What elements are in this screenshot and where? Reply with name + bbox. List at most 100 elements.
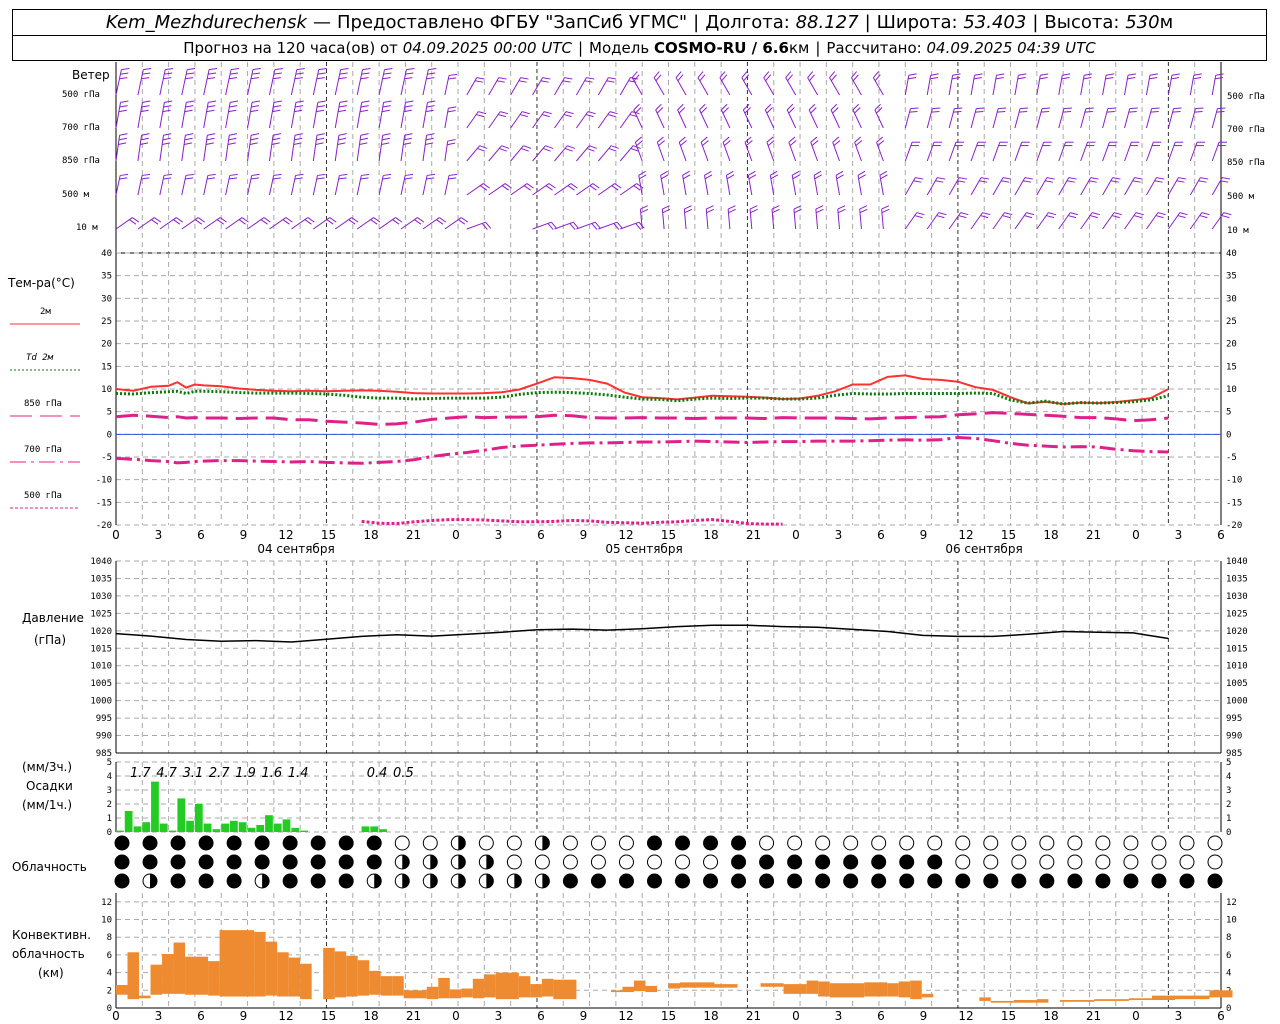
- cloud-cover-symbol: [282, 835, 298, 851]
- hour-tick-label-bottom: 0: [792, 1009, 800, 1023]
- pressure-ytick-left: 1000: [90, 697, 112, 707]
- wind-barb: [159, 133, 172, 162]
- wind-barb: [159, 67, 174, 96]
- precip-bar: [238, 822, 247, 832]
- wind-barb: [488, 111, 509, 129]
- wind-barb: [1036, 212, 1057, 230]
- wind-barb: [948, 141, 964, 162]
- conv-cloud-bar: [645, 985, 657, 993]
- conv-cloud-bar: [1013, 1000, 1037, 1003]
- cloud-cover-symbol: [562, 854, 578, 870]
- temp-ytick-right: 40: [1226, 249, 1237, 259]
- wind-barb: [1080, 141, 1096, 162]
- cloud-cover-symbol: [1039, 854, 1055, 870]
- conv-cloud-bar: [461, 988, 473, 998]
- wind-barb: [247, 217, 271, 230]
- wind-barb: [466, 221, 492, 230]
- cloud-cover-symbol: [198, 854, 214, 870]
- wind-barb: [225, 67, 240, 96]
- conv-cloud-bar: [185, 956, 209, 995]
- pressure-ytick-left: 1010: [90, 662, 112, 672]
- wind-barb: [137, 217, 162, 230]
- hour-tick-label: 3: [1175, 528, 1183, 542]
- wind-barb: [970, 107, 985, 129]
- wind-barb: [532, 111, 552, 129]
- cloud-cover-symbol: [534, 835, 550, 851]
- wind-barb: [115, 173, 129, 196]
- pressure-ytick-right: 1035: [1226, 574, 1248, 584]
- conv-cloud-bar: [680, 982, 715, 988]
- wind-barb: [926, 212, 947, 230]
- wind-barb: [948, 212, 969, 230]
- cloud-cover-symbol: [983, 854, 999, 870]
- cloud-cover-symbol: [1151, 873, 1167, 889]
- wind-barb: [904, 177, 924, 196]
- wind-barb: [554, 221, 579, 230]
- wind-barb: [312, 67, 327, 96]
- wind-barb: [1036, 141, 1052, 162]
- wind-barb: [619, 111, 640, 129]
- wind-barb: [268, 133, 282, 162]
- hour-tick-label: 0: [1132, 528, 1140, 542]
- precip-bar: [159, 823, 168, 832]
- precip-bar: [361, 826, 370, 832]
- cloud-cover-symbol: [506, 835, 522, 851]
- wind-barb: [970, 141, 986, 162]
- wind-barb: [1102, 212, 1122, 230]
- wind-barb: [705, 205, 714, 230]
- cloud-cover-symbol: [955, 854, 971, 870]
- wind-barb: [1211, 73, 1224, 96]
- cloud-cover-symbol: [506, 854, 522, 870]
- conv-cloud-bar: [323, 947, 335, 1000]
- conv-cloud-bar: [760, 983, 784, 987]
- conv-ytick-right: 10: [1226, 916, 1237, 926]
- wind-level-right-label: 500 гПа: [1227, 92, 1265, 102]
- cloud-cover-symbol: [759, 835, 775, 851]
- precip-ytick-left: 4: [107, 772, 112, 782]
- wind-barb: [677, 103, 687, 129]
- conv-cloud-bar: [472, 978, 485, 999]
- conv-cloud-bar: [369, 970, 381, 995]
- precip-ytick-left: 0: [107, 828, 112, 838]
- hour-tick-label: 3: [495, 528, 503, 542]
- wind-barb: [159, 217, 184, 230]
- cloud-cover-symbol: [899, 835, 915, 851]
- conv-cloud-bar: [864, 982, 888, 997]
- wind-barb: [837, 205, 846, 230]
- cloud-cover-symbol: [815, 835, 831, 851]
- cloud-cover-symbol: [1095, 873, 1111, 889]
- wind-barb: [1036, 107, 1051, 129]
- precip-3h-total: 1.6: [262, 766, 283, 781]
- pressure-ytick-right: 995: [1226, 714, 1242, 724]
- wind-barb: [466, 77, 485, 96]
- conv-cloud-bar: [979, 997, 991, 1001]
- wind-barb: [807, 71, 819, 96]
- hour-tick-label-bottom: 3: [1175, 1009, 1183, 1023]
- hour-tick-label: 15: [661, 528, 676, 542]
- wind-barb: [422, 133, 435, 162]
- temp-ytick-left: 25: [101, 317, 112, 327]
- cloud-cover-symbol: [338, 854, 354, 870]
- wind-barb: [597, 111, 618, 129]
- conv-cloud-bar: [553, 979, 577, 1000]
- conv-cloud-bar: [714, 984, 738, 988]
- wind-barb: [356, 173, 370, 196]
- cloud-cover-symbol: [450, 835, 466, 851]
- precip-bar: [177, 798, 186, 832]
- temp-ytick-left: 40: [101, 249, 112, 259]
- hour-tick-label-bottom: 9: [240, 1009, 248, 1023]
- precip-3h-total: 0.4: [367, 766, 388, 781]
- wind-barb: [225, 173, 238, 196]
- wind-barb: [808, 103, 819, 129]
- wind-barb: [422, 100, 436, 129]
- cloud-cover-symbol: [618, 854, 634, 870]
- cloud-cover-symbol: [254, 835, 270, 851]
- wind-barb: [992, 73, 1005, 96]
- cloud-cover-symbol: [731, 854, 747, 870]
- wind-barb: [334, 173, 348, 196]
- conv-cloud-bar: [334, 951, 347, 998]
- precip-bar: [256, 825, 265, 832]
- cloud-cover-symbol: [226, 854, 242, 870]
- wind-barb: [597, 77, 617, 96]
- precip-bar: [124, 811, 133, 832]
